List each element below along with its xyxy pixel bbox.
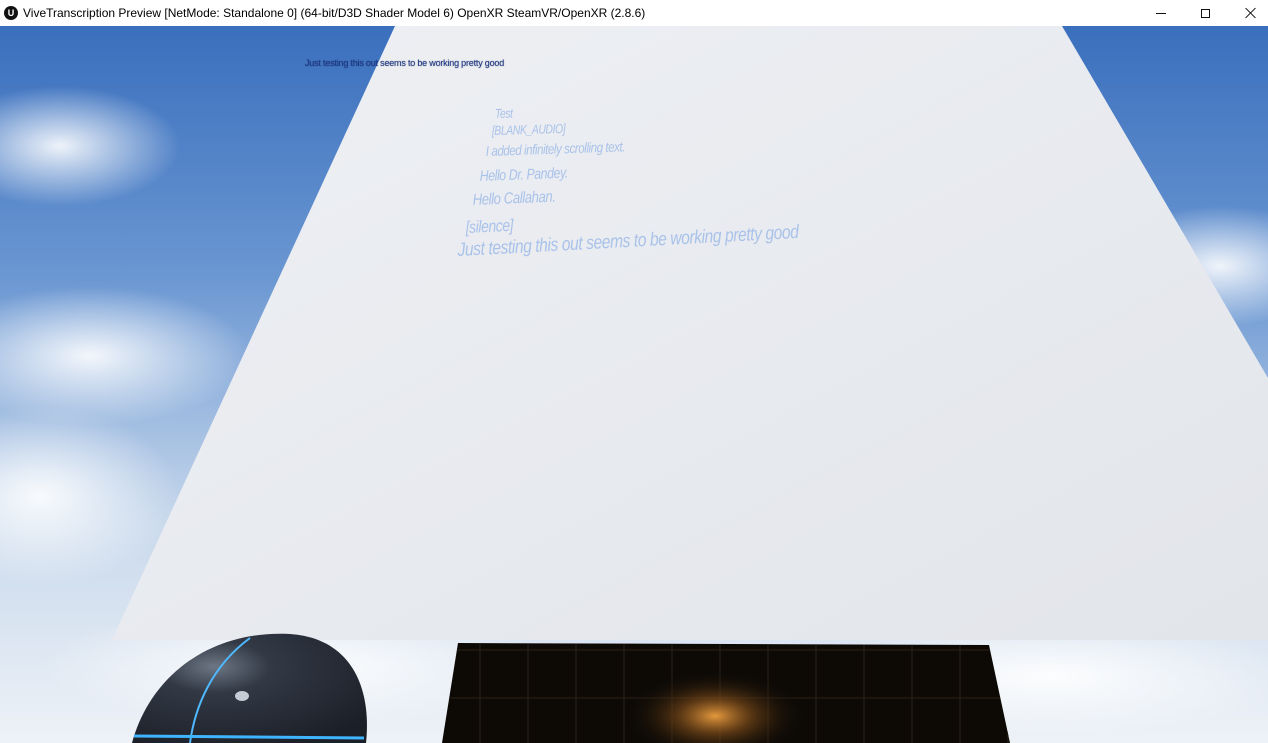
scene-render [0, 26, 1268, 743]
close-button[interactable] [1228, 0, 1268, 26]
game-viewport[interactable]: Just testing this out seems to be workin… [0, 26, 1268, 743]
minimize-icon [1155, 12, 1166, 14]
floor-panel [442, 643, 1010, 743]
unreal-engine-logo-icon: U [4, 6, 18, 20]
window-title: ViveTranscription Preview [NetMode: Stan… [23, 6, 646, 20]
maximize-icon [1201, 8, 1210, 18]
debug-print-message: Just testing this out seems to be workin… [305, 58, 505, 68]
minimize-button[interactable] [1138, 0, 1183, 26]
title-bar[interactable]: U ViveTranscription Preview [NetMode: St… [0, 0, 1268, 26]
close-icon [1245, 7, 1257, 19]
application-window: U ViveTranscription Preview [NetMode: St… [0, 0, 1268, 743]
maximize-button[interactable] [1183, 0, 1228, 26]
